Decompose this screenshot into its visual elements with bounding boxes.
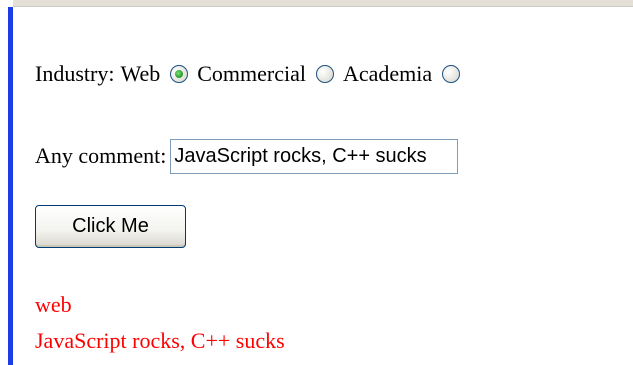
industry-row: Industry: Web Commercial Academia: [35, 54, 469, 94]
option-label-commercial: Commercial: [197, 61, 306, 86]
radio-commercial[interactable]: [315, 65, 334, 83]
top-edge: [0, 0, 633, 7]
option-label-web: Web: [120, 61, 161, 86]
industry-label: Industry:: [35, 61, 115, 86]
option-label-academia: Academia: [342, 61, 433, 86]
comment-input[interactable]: [170, 138, 459, 174]
radio-web[interactable]: [170, 65, 189, 83]
comment-row: Any comment:: [35, 136, 459, 176]
comment-label: Any comment:: [35, 143, 167, 168]
radio-academia[interactable]: [442, 65, 461, 83]
industry-radio-group: Web Commercial Academia: [114, 61, 469, 87]
click-me-button[interactable]: Click Me: [35, 205, 186, 248]
output-line-industry: web: [35, 292, 72, 317]
output-line-comment: JavaScript rocks, C++ sucks: [35, 328, 285, 353]
focus-border: [0, 0, 13, 365]
